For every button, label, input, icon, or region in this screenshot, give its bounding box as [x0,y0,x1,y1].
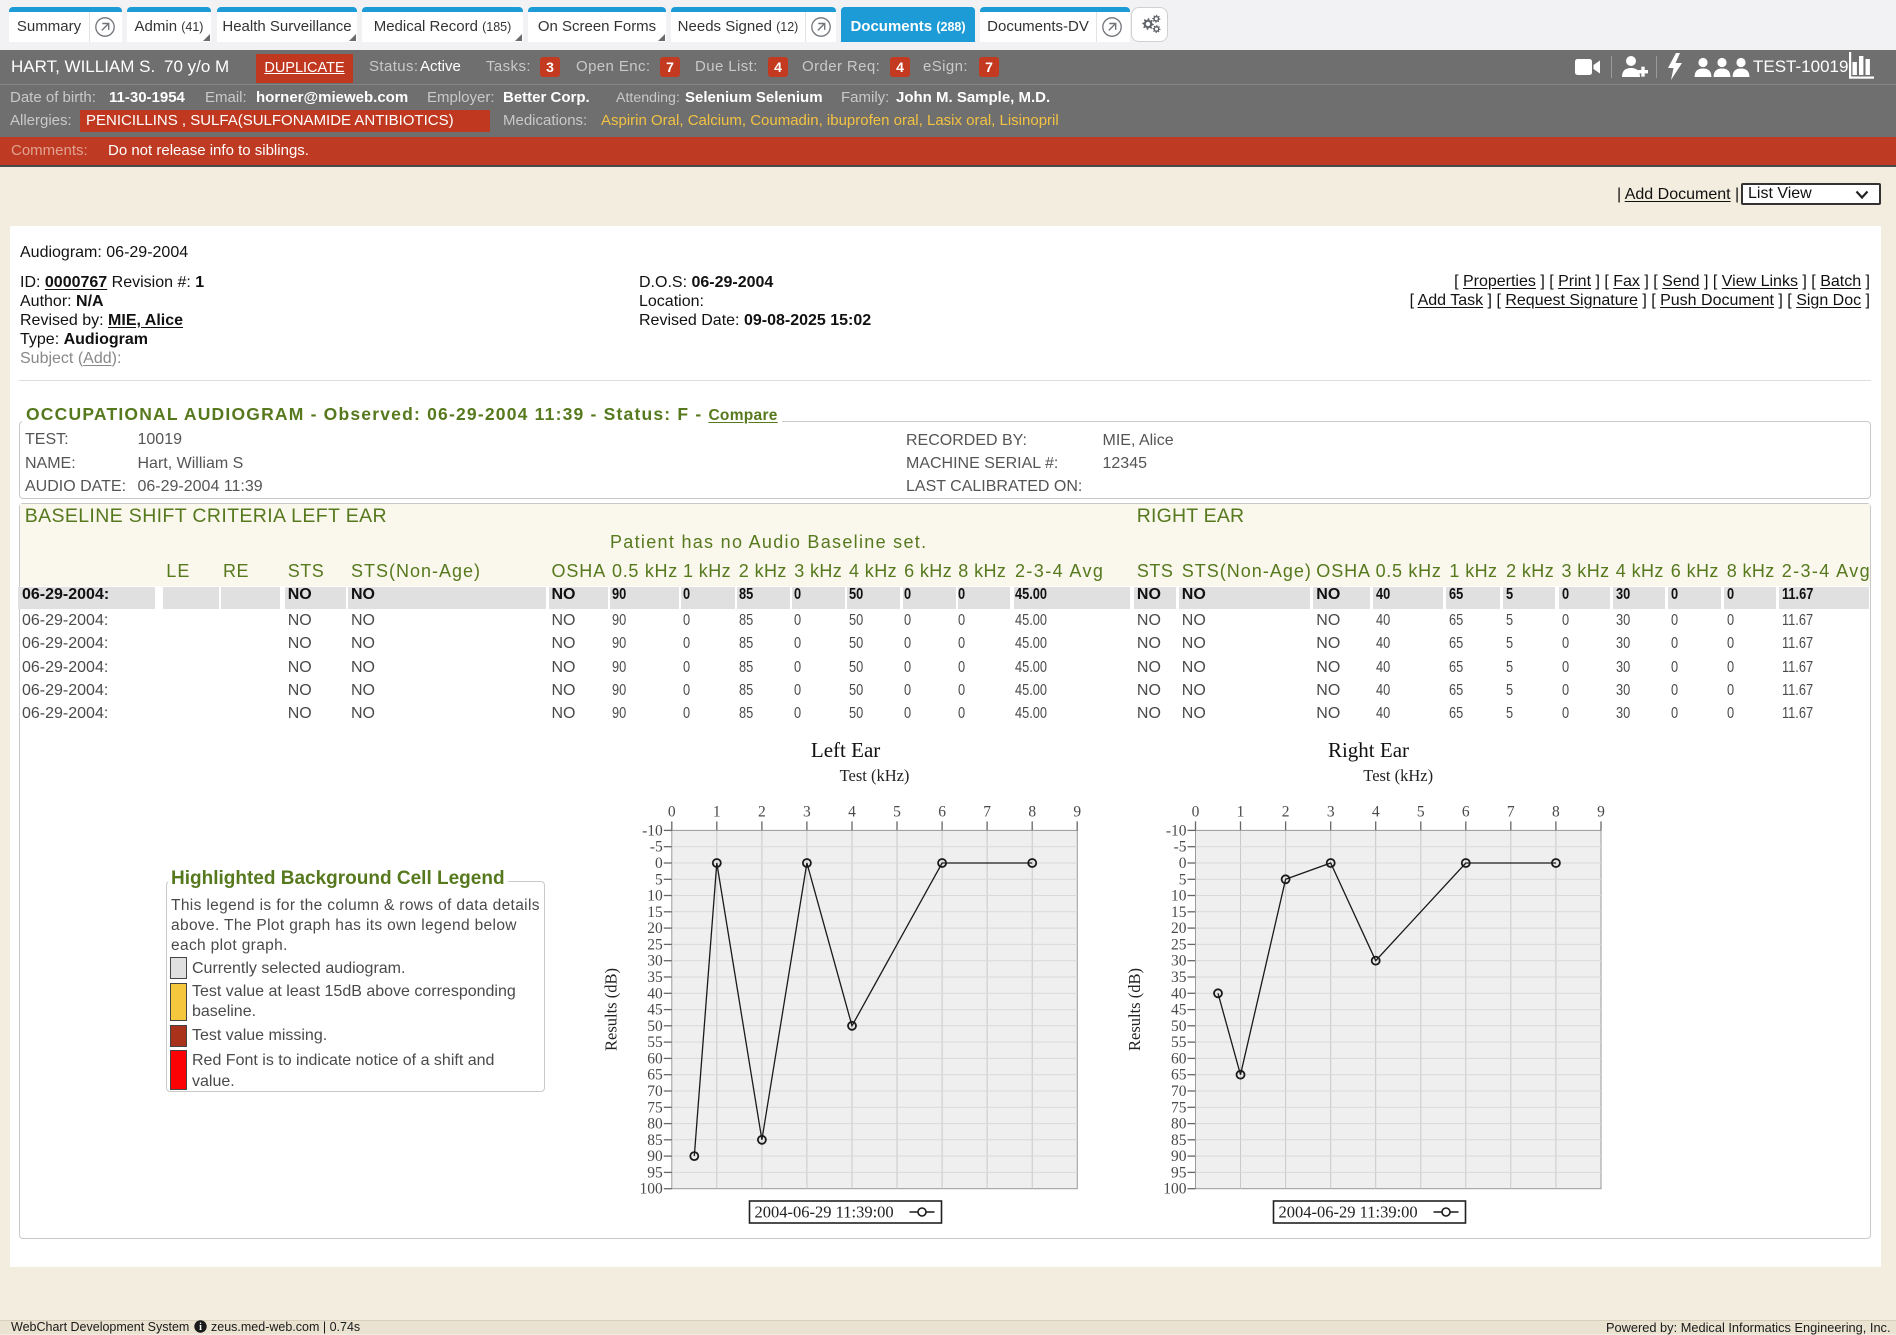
svg-text:0: 0 [668,803,676,820]
svg-text:4: 4 [1372,803,1380,820]
svg-text:5: 5 [1179,871,1187,888]
svg-text:45: 45 [647,1002,663,1019]
svg-text:2004-06-29 11:39:00: 2004-06-29 11:39:00 [755,1203,894,1222]
svg-text:95: 95 [1171,1164,1187,1181]
svg-text:95: 95 [647,1164,663,1181]
svg-text:35: 35 [647,969,663,986]
svg-text:70: 70 [1171,1083,1187,1100]
svg-text:55: 55 [647,1034,663,1051]
svg-text:10: 10 [647,888,663,905]
svg-text:25: 25 [1171,936,1187,953]
svg-text:30: 30 [647,953,663,970]
svg-text:75: 75 [647,1099,663,1116]
svg-text:i: i [199,1322,202,1333]
svg-text:6: 6 [938,803,946,820]
svg-text:2004-06-29 11:39:00: 2004-06-29 11:39:00 [1279,1203,1418,1222]
svg-text:50: 50 [647,1018,663,1035]
svg-text:2: 2 [1282,803,1290,820]
svg-text:65: 65 [1171,1067,1187,1084]
svg-text:3: 3 [803,803,811,820]
svg-text:20: 20 [647,920,663,937]
svg-text:2: 2 [758,803,766,820]
svg-text:5: 5 [893,803,901,820]
svg-text:7: 7 [1507,803,1515,820]
svg-text:Right Ear: Right Ear [1328,738,1409,762]
svg-text:85: 85 [647,1132,663,1149]
svg-text:100: 100 [640,1181,664,1198]
svg-text:7: 7 [983,803,991,820]
svg-text:3: 3 [1327,803,1335,820]
svg-text:Left Ear: Left Ear [811,738,880,762]
svg-text:40: 40 [1171,985,1187,1002]
svg-text:5: 5 [655,871,663,888]
svg-text:1: 1 [713,803,721,820]
svg-text:35: 35 [1171,969,1187,986]
svg-text:9: 9 [1597,803,1605,820]
svg-text:65: 65 [647,1067,663,1084]
svg-text:-5: -5 [650,839,663,856]
svg-text:0: 0 [1192,803,1200,820]
svg-text:40: 40 [647,985,663,1002]
svg-text:0: 0 [655,855,663,872]
svg-text:70: 70 [647,1083,663,1100]
svg-text:Results (dB): Results (dB) [1125,968,1144,1051]
svg-text:15: 15 [1171,904,1187,921]
svg-text:25: 25 [647,936,663,953]
svg-text:5: 5 [1417,803,1425,820]
svg-text:-5: -5 [1174,839,1187,856]
svg-text:10: 10 [1171,888,1187,905]
svg-text:55: 55 [1171,1034,1187,1051]
svg-text:50: 50 [1171,1018,1187,1035]
svg-text:60: 60 [647,1050,663,1067]
svg-text:Results (dB): Results (dB) [601,968,620,1051]
svg-text:9: 9 [1073,803,1081,820]
svg-text:100: 100 [1163,1181,1187,1198]
svg-text:4: 4 [848,803,856,820]
svg-text:20: 20 [1171,920,1187,937]
svg-text:75: 75 [1171,1099,1187,1116]
svg-text:8: 8 [1028,803,1036,820]
svg-text:90: 90 [1171,1148,1187,1165]
svg-text:45: 45 [1171,1002,1187,1019]
svg-text:1: 1 [1237,803,1245,820]
svg-text:-10: -10 [1166,822,1187,839]
svg-text:80: 80 [1171,1116,1187,1133]
svg-text:6: 6 [1462,803,1470,820]
svg-text:30: 30 [1171,953,1187,970]
svg-text:90: 90 [647,1148,663,1165]
svg-text:-10: -10 [642,822,663,839]
svg-text:80: 80 [647,1116,663,1133]
svg-text:8: 8 [1552,803,1560,820]
svg-text:Test (kHz): Test (kHz) [840,766,910,785]
svg-text:85: 85 [1171,1132,1187,1149]
svg-text:15: 15 [647,904,663,921]
svg-text:0: 0 [1179,855,1187,872]
svg-text:Test (kHz): Test (kHz) [1363,766,1433,785]
svg-text:60: 60 [1171,1050,1187,1067]
